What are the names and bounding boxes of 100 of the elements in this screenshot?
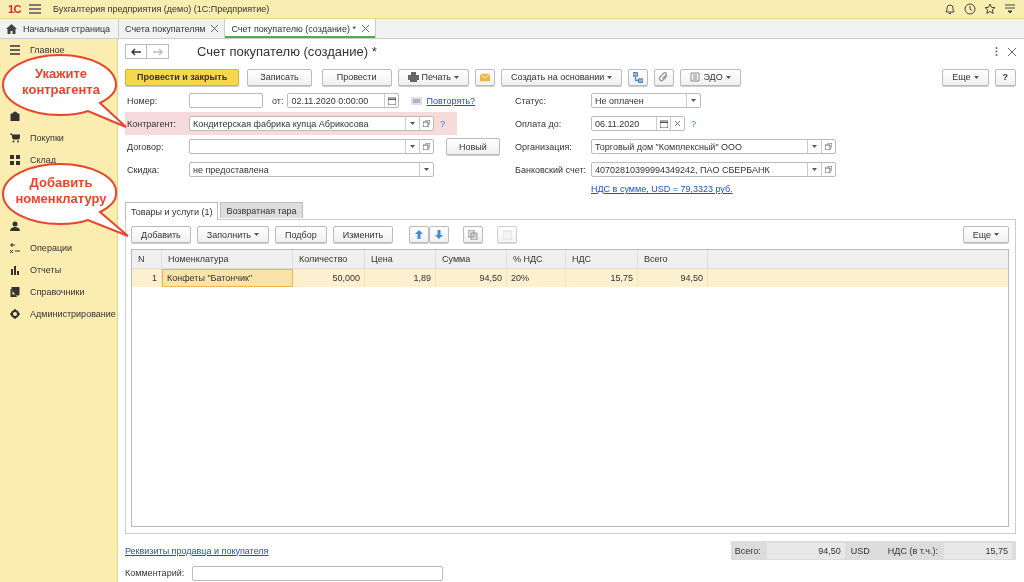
table-row[interactable]: 1 Конфеты "Батончик" 50,000 1,89 94,50 20% 15,75 94,50 bbox=[132, 269, 1008, 288]
caret-icon bbox=[410, 122, 415, 126]
structure-button[interactable] bbox=[628, 68, 649, 86]
table-cell: 1,89 bbox=[365, 269, 436, 288]
counterparty-field[interactable]: Кондитерская фабрика купца Абрикосова bbox=[189, 116, 434, 132]
column-header[interactable]: Всего bbox=[638, 250, 708, 269]
date-field[interactable]: 02.11.2020 0:00:00 bbox=[287, 93, 400, 109]
more-button[interactable]: Еще bbox=[942, 68, 989, 86]
back-button[interactable] bbox=[125, 44, 147, 60]
sidebar-item[interactable]: Главное bbox=[0, 39, 117, 61]
status-field[interactable]: Не оплачен bbox=[591, 93, 701, 109]
organization-field[interactable]: Торговый дом "Комплексный" ООО bbox=[591, 139, 836, 155]
edo-button[interactable]: ЭДО bbox=[680, 68, 741, 86]
menu-icon bbox=[10, 45, 20, 55]
move-down-button[interactable] bbox=[429, 226, 450, 244]
table-cell: Конфеты "Батончик" bbox=[162, 269, 293, 288]
sidebar-item[interactable]: Отчеты bbox=[0, 259, 117, 281]
field-label: Организация: bbox=[514, 141, 573, 152]
cart-icon bbox=[10, 133, 20, 143]
table-button[interactable]: Изменить bbox=[332, 226, 394, 244]
discount-field[interactable]: не предоставлена bbox=[189, 162, 434, 178]
table-button[interactable]: Подбор bbox=[274, 226, 327, 244]
post-and-close-button[interactable]: Провести и закрыть bbox=[125, 68, 240, 86]
field-label: Комментарий: bbox=[125, 568, 185, 579]
table-cell: 94,50 bbox=[436, 269, 507, 288]
caret-icon bbox=[994, 233, 999, 237]
bank-account-field[interactable]: 40702810399994349242, ПАО СБЕРБАНК bbox=[591, 162, 836, 178]
options-icon[interactable] bbox=[1004, 3, 1016, 15]
sidebar-item[interactable]: Операции bbox=[0, 237, 117, 259]
comment-icon[interactable] bbox=[411, 96, 423, 105]
callout-text: Добавить номенклатуру bbox=[14, 175, 108, 207]
sidebar-item[interactable]: Администрирование bbox=[0, 303, 117, 325]
clear-icon[interactable] bbox=[675, 121, 680, 127]
more-button[interactable]: Еще bbox=[962, 226, 1009, 244]
attach-button[interactable] bbox=[654, 68, 675, 86]
sidebar-item[interactable]: Покупки bbox=[0, 127, 117, 149]
star-icon[interactable] bbox=[984, 3, 996, 15]
back-arrow-icon bbox=[131, 47, 141, 56]
column-header[interactable]: Цена bbox=[365, 250, 436, 269]
column-header[interactable]: НДС bbox=[566, 250, 638, 269]
field-label: Договор: bbox=[126, 141, 165, 152]
caret-icon bbox=[725, 75, 731, 79]
table-cell: 15,75 bbox=[566, 269, 638, 288]
open-icon[interactable] bbox=[423, 143, 430, 151]
pay-until-field[interactable]: 06.11.2020 bbox=[591, 116, 685, 132]
printer-icon bbox=[407, 72, 419, 83]
section-tab[interactable]: Возвратная тара bbox=[220, 202, 303, 219]
open-icon[interactable] bbox=[825, 143, 832, 151]
open-icon[interactable] bbox=[423, 120, 430, 128]
column-header[interactable]: Количество bbox=[293, 250, 365, 269]
caret-icon bbox=[410, 145, 415, 149]
details-link[interactable]: Реквизиты продавца и покупателя bbox=[125, 545, 269, 556]
comment-field[interactable] bbox=[192, 565, 444, 581]
column-header[interactable]: % НДС bbox=[507, 250, 566, 269]
app-logo: 1С bbox=[8, 3, 22, 15]
contract-field[interactable] bbox=[189, 139, 434, 155]
copy-button[interactable] bbox=[463, 226, 484, 244]
help-button[interactable]: ? bbox=[994, 68, 1016, 86]
email-button[interactable] bbox=[475, 68, 495, 86]
structure-icon bbox=[633, 71, 644, 83]
create-based-on-button[interactable]: Создать на основании bbox=[501, 68, 623, 86]
up-arrow-icon bbox=[415, 230, 424, 240]
move-up-button[interactable] bbox=[409, 226, 430, 244]
close-icon[interactable] bbox=[1008, 47, 1016, 56]
menu-icon[interactable] bbox=[29, 4, 42, 14]
caret-icon bbox=[973, 75, 979, 79]
copy-icon bbox=[468, 229, 479, 240]
chart-icon bbox=[10, 265, 20, 275]
column-header[interactable]: N bbox=[132, 250, 162, 269]
calendar-icon[interactable] bbox=[387, 96, 396, 105]
fill-button[interactable]: Заполнить bbox=[196, 226, 269, 244]
number-field[interactable] bbox=[189, 93, 263, 109]
currency-label: USD bbox=[850, 545, 870, 556]
column-header[interactable]: Сумма bbox=[436, 250, 507, 269]
close-icon[interactable] bbox=[211, 25, 219, 32]
paperclip-icon bbox=[659, 71, 670, 83]
column-header[interactable]: Номенклатура bbox=[162, 250, 293, 269]
calendar-icon[interactable] bbox=[659, 119, 668, 128]
page-tab[interactable]: Начальная страница bbox=[0, 19, 119, 38]
total-label: Всего: bbox=[734, 545, 761, 556]
vat-link[interactable]: НДС в сумме, USD = 79,3323 руб. bbox=[591, 183, 733, 194]
table-button[interactable]: Добавить bbox=[131, 226, 191, 244]
help-icon[interactable]: ? bbox=[691, 118, 696, 129]
bell-icon[interactable] bbox=[944, 3, 956, 15]
history-icon[interactable] bbox=[964, 3, 976, 15]
toolbar-button[interactable]: Записать bbox=[247, 68, 312, 86]
field-label: Номер: bbox=[126, 95, 159, 106]
caret-icon bbox=[424, 168, 429, 172]
toolbar-button[interactable]: Провести bbox=[321, 68, 392, 86]
sidebar-item[interactable]: Справочники bbox=[0, 281, 117, 303]
close-icon[interactable] bbox=[361, 25, 369, 32]
print-button[interactable]: Печать bbox=[397, 68, 469, 86]
sidebar-item[interactable]: Склад bbox=[0, 149, 117, 171]
new-button[interactable]: Новый bbox=[446, 138, 500, 156]
open-icon[interactable] bbox=[825, 166, 832, 174]
table-cell: 50,000 bbox=[293, 269, 365, 288]
repeat-link[interactable]: Повторять? bbox=[426, 95, 476, 106]
page-tab[interactable]: Счет покупателю (создание) * bbox=[225, 19, 376, 38]
section-tab[interactable]: Товары и услуги (1) bbox=[125, 202, 219, 221]
more-options-icon[interactable] bbox=[995, 47, 998, 57]
